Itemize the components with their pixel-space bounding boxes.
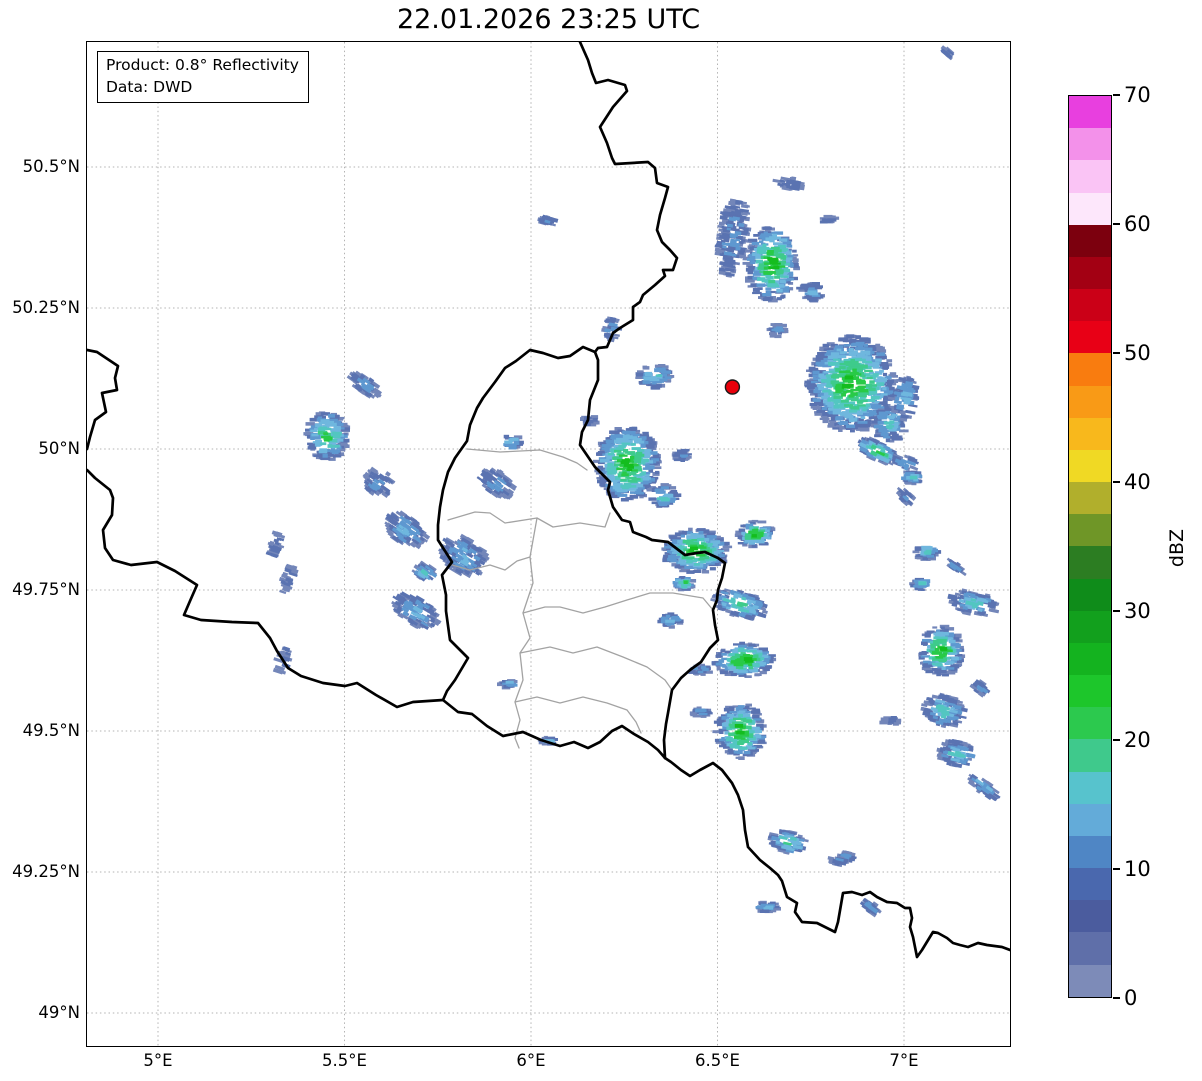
colorbar-tick-mark xyxy=(1113,997,1120,999)
y-tick-label: 50.5°N xyxy=(22,157,80,176)
x-tick-label: 6°E xyxy=(516,1051,546,1070)
colorbar-segment xyxy=(1069,385,1111,418)
colorbar-tick-mark xyxy=(1113,868,1120,870)
colorbar-segment xyxy=(1069,289,1111,322)
colorbar-segment xyxy=(1069,224,1111,257)
figure-title: 22.01.2026 23:25 UTC xyxy=(396,4,701,35)
colorbar-segment xyxy=(1069,353,1111,386)
data-source-line: Data: DWD xyxy=(106,78,193,96)
colorbar-segment xyxy=(1069,128,1111,161)
product-annotation-box: Product: 0.8° Reflectivity Data: DWD xyxy=(97,51,309,103)
y-tick-label: 50°N xyxy=(38,439,80,458)
colorbar-tick-mark xyxy=(1113,481,1120,483)
colorbar-tick-label: 30 xyxy=(1124,599,1151,623)
product-line: Product: 0.8° Reflectivity xyxy=(106,56,299,74)
map-plot-area xyxy=(86,41,1011,1047)
colorbar-segment xyxy=(1069,835,1111,869)
colorbar-segment xyxy=(1069,803,1111,836)
colorbar-tick-label: 50 xyxy=(1124,341,1151,365)
colorbar-segment xyxy=(1069,321,1111,354)
colorbar-segment xyxy=(1069,610,1111,643)
colorbar-tick-label: 70 xyxy=(1124,83,1151,107)
colorbar-segment xyxy=(1069,964,1111,997)
colorbar-unit-label: dBZ xyxy=(1166,528,1188,568)
colorbar-tick-mark xyxy=(1113,352,1120,354)
colorbar-tick-mark xyxy=(1113,610,1120,612)
colorbar-segment xyxy=(1069,96,1111,129)
colorbar-segment xyxy=(1069,578,1111,611)
colorbar-segment xyxy=(1069,932,1111,965)
colorbar-segment xyxy=(1069,707,1111,740)
colorbar-segment xyxy=(1069,514,1111,547)
x-tick-label: 5°E xyxy=(143,1051,173,1070)
radar-map-svg xyxy=(87,42,1010,1046)
colorbar-segment xyxy=(1069,642,1111,676)
colorbar xyxy=(1068,95,1112,998)
colorbar-segment xyxy=(1069,771,1111,804)
y-tick-label: 49.25°N xyxy=(12,862,80,881)
colorbar-segment xyxy=(1069,192,1111,225)
colorbar-tick-label: 60 xyxy=(1124,212,1151,236)
colorbar-tick-label: 40 xyxy=(1124,470,1151,494)
colorbar-tick-label: 0 xyxy=(1124,986,1138,1010)
y-tick-label: 50.25°N xyxy=(12,298,80,317)
colorbar-segment xyxy=(1069,739,1111,772)
radar-site-marker xyxy=(724,379,741,395)
y-tick-label: 49.75°N xyxy=(12,580,80,599)
colorbar-segment xyxy=(1069,256,1111,290)
colorbar-segment xyxy=(1069,417,1111,450)
y-tick-label: 49°N xyxy=(38,1003,80,1022)
colorbar-segment xyxy=(1069,900,1111,933)
colorbar-segment xyxy=(1069,675,1111,708)
y-tick-label: 49.5°N xyxy=(22,721,80,740)
colorbar-tick-mark xyxy=(1113,739,1120,741)
x-tick-label: 6.5°E xyxy=(695,1051,740,1070)
radar-figure: 22.01.2026 23:25 UTC Product: 0.8° Refle… xyxy=(0,0,1202,1081)
colorbar-segment xyxy=(1069,482,1111,515)
colorbar-tick-mark xyxy=(1113,94,1120,96)
colorbar-tick-mark xyxy=(1113,223,1120,225)
colorbar-tick-label: 20 xyxy=(1124,728,1151,752)
colorbar-segment xyxy=(1069,868,1111,901)
colorbar-segment xyxy=(1069,546,1111,579)
colorbar-tick-label: 10 xyxy=(1124,857,1151,881)
colorbar-segment xyxy=(1069,449,1111,483)
x-tick-label: 5.5°E xyxy=(322,1051,367,1070)
x-tick-label: 7°E xyxy=(889,1051,919,1070)
colorbar-segment xyxy=(1069,160,1111,193)
